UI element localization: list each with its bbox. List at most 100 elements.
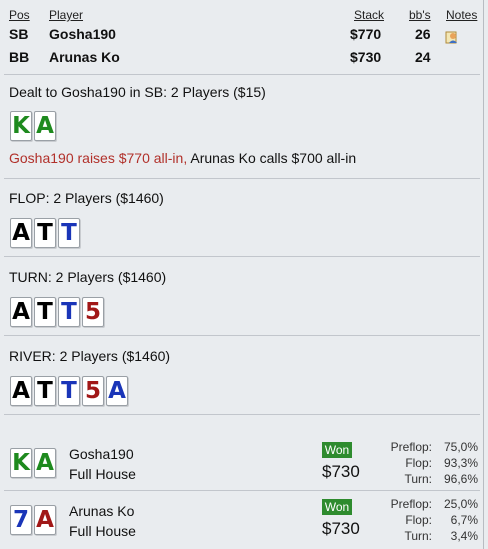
divider [4, 414, 480, 415]
divider [4, 256, 480, 257]
stat-value: 25,0% [443, 497, 478, 511]
card: T [58, 297, 80, 327]
card: A [106, 376, 128, 406]
stat-label: Preflop: [390, 440, 432, 454]
player-pos: BB [9, 49, 30, 65]
col-player-header[interactable]: Player [49, 8, 83, 22]
card-rank: T [37, 219, 53, 246]
hero-hole-cards: K A [10, 111, 56, 141]
result-hand: Full House [69, 523, 136, 539]
river-cards: A T T 5 A [10, 376, 128, 406]
stat-value: 93,3% [443, 456, 478, 470]
equity-turn: Turn: 3,4% [360, 529, 478, 545]
players-header: Pos Player Stack bb's Notes SB Gosha190 … [9, 8, 483, 70]
card-rank: 5 [84, 377, 101, 404]
equity-turn: Turn: 96,6% [360, 472, 478, 488]
player-bbs: 24 [415, 49, 431, 65]
preflop-title: Dealt to Gosha190 in SB: 2 Players ($15) [9, 84, 266, 100]
won-badge: Won [322, 499, 352, 515]
card-rank: A [36, 449, 54, 476]
equity-preflop: Preflop: 75,0% [360, 440, 478, 456]
player-name[interactable]: Gosha190 [49, 26, 116, 42]
river-title: RIVER: 2 Players ($1460) [9, 348, 171, 364]
divider [4, 74, 480, 75]
stat-label: Flop: [405, 513, 432, 527]
card-rank: T [37, 377, 53, 404]
stat-label: Flop: [405, 456, 432, 470]
card: 7 [10, 505, 32, 535]
card-rank: T [61, 377, 77, 404]
card: K [10, 448, 32, 478]
stat-value: 3,4% [450, 529, 478, 543]
won-amount: $730 [322, 519, 360, 538]
result-player-name[interactable]: Arunas Ko [69, 503, 134, 519]
card-rank: K [12, 112, 30, 139]
card: A [34, 111, 56, 141]
flop-cards: A T T [10, 218, 80, 248]
col-bbs-header[interactable]: bb's [409, 8, 431, 22]
card: 5 [82, 376, 104, 406]
card-rank: K [12, 449, 30, 476]
card-rank: A [108, 377, 126, 404]
col-notes-header[interactable]: Notes [446, 8, 477, 22]
villain-action: Arunas Ko calls $700 all-in [187, 150, 357, 166]
player-name[interactable]: Arunas Ko [49, 49, 120, 65]
card-rank: A [36, 506, 54, 533]
card-rank: A [12, 219, 30, 246]
card-rank: T [61, 219, 77, 246]
player-stack: $730 [350, 49, 382, 65]
equity-flop: Flop: 6,7% [360, 513, 478, 529]
card-rank: T [61, 298, 77, 325]
result-row: K A Gosha190 Full House Won $730 Preflop… [0, 436, 484, 492]
card: T [34, 376, 56, 406]
preflop-action: Gosha190 raises $770 all-in, Arunas Ko c… [9, 150, 356, 166]
showdown-cards: 7 A [10, 505, 56, 535]
hero-action: Gosha190 raises $770 all-in, [9, 150, 188, 166]
player-row-bb: BB Arunas Ko $730 24 [9, 49, 483, 69]
player-row-sb: SB Gosha190 $770 26 [9, 26, 483, 46]
stat-value: 75,0% [443, 440, 478, 454]
divider [4, 178, 480, 179]
showdown-cards: K A [10, 448, 56, 478]
player-pos: SB [9, 26, 29, 42]
stat-value: 96,6% [443, 472, 478, 486]
notes-icon[interactable] [445, 30, 459, 44]
equity-flop: Flop: 93,3% [360, 456, 478, 472]
divider [4, 335, 480, 336]
turn-title: TURN: 2 Players ($1460) [9, 269, 167, 285]
col-stack-header[interactable]: Stack [354, 8, 384, 22]
divider [4, 490, 480, 491]
stat-label: Preflop: [390, 497, 432, 511]
card: A [34, 505, 56, 535]
equity-stats: Preflop: 25,0% Flop: 6,7% Turn: 3,4% [360, 497, 478, 545]
player-bbs: 26 [415, 26, 431, 42]
card: T [58, 218, 80, 248]
result-row: 7 A Arunas Ko Full House Won $730 Preflo… [0, 493, 484, 549]
equity-stats: Preflop: 75,0% Flop: 93,3% Turn: 96,6% [360, 440, 478, 488]
card: A [10, 218, 32, 248]
won-badge: Won [322, 442, 352, 458]
card: 5 [82, 297, 104, 327]
hand-history-panel: Pos Player Stack bb's Notes SB Gosha190 … [0, 0, 484, 549]
card: A [34, 448, 56, 478]
stat-label: Turn: [404, 529, 432, 543]
card-rank: T [37, 298, 53, 325]
result-player-name[interactable]: Gosha190 [69, 446, 134, 462]
card-rank: 7 [12, 506, 29, 533]
won-amount: $730 [322, 462, 360, 481]
card-rank: 5 [84, 298, 101, 325]
col-pos-header[interactable]: Pos [9, 8, 30, 22]
flop-title: FLOP: 2 Players ($1460) [9, 190, 164, 206]
card: T [34, 297, 56, 327]
card-rank: A [12, 298, 30, 325]
card: K [10, 111, 32, 141]
player-stack: $770 [350, 26, 382, 42]
card: A [10, 376, 32, 406]
card: T [58, 376, 80, 406]
card-rank: A [36, 112, 54, 139]
result-hand: Full House [69, 466, 136, 482]
equity-preflop: Preflop: 25,0% [360, 497, 478, 513]
stat-value: 6,7% [450, 513, 478, 527]
card: T [34, 218, 56, 248]
stat-label: Turn: [404, 472, 432, 486]
